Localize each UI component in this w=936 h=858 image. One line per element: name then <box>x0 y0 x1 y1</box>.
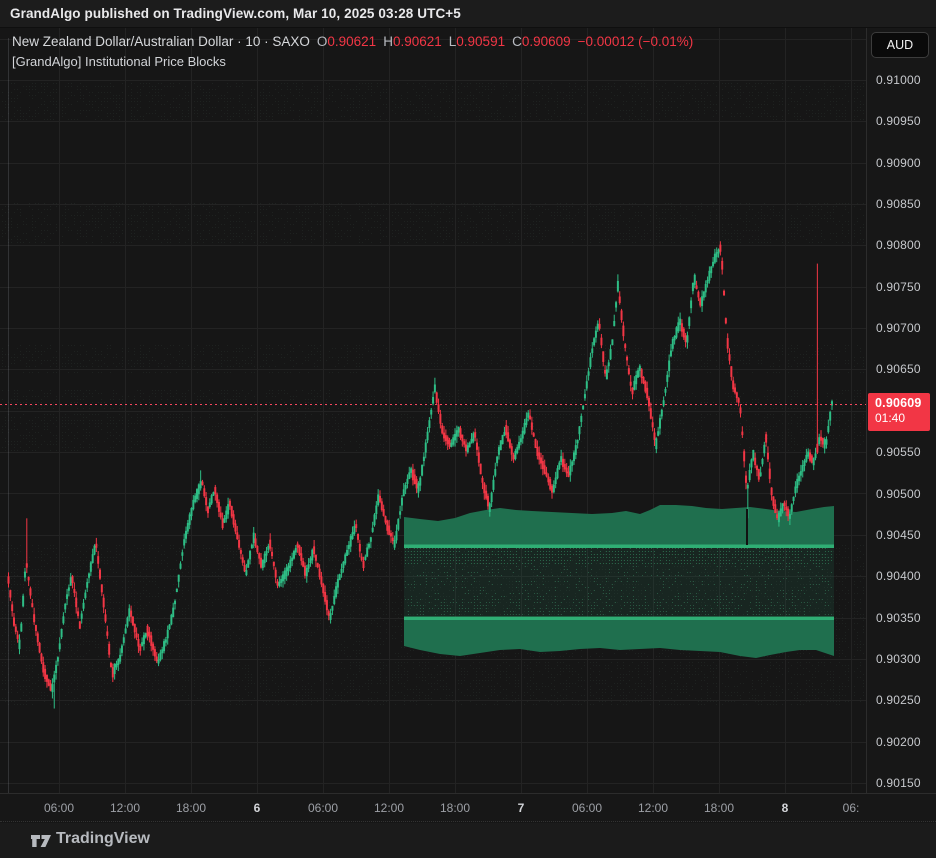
price-tick-label: 0.90900 <box>876 156 921 170</box>
chart-legend: New Zealand Dollar/Australian Dollar · 1… <box>12 34 693 69</box>
time-tick-label: 06: <box>843 801 860 815</box>
ohlc-low: L0.90591 <box>449 34 505 49</box>
symbol-legend-row[interactable]: New Zealand Dollar/Australian Dollar · 1… <box>12 34 693 49</box>
footer-bar: TradingView <box>0 823 936 858</box>
price-tick-label: 0.90800 <box>876 238 921 252</box>
price-tick-label: 0.90350 <box>876 611 921 625</box>
bar-countdown: 01:40 <box>875 411 930 425</box>
symbol-title: New Zealand Dollar/Australian Dollar · 1… <box>12 34 310 49</box>
ohlc-high: H0.90621 <box>383 34 442 49</box>
published-bar: GrandAlgo published on TradingView.com, … <box>0 0 936 28</box>
time-tick-label: 18:00 <box>176 801 206 815</box>
time-tick-label: 12:00 <box>374 801 404 815</box>
price-tick-label: 0.90550 <box>876 445 921 459</box>
currency-toggle-button[interactable]: AUD <box>871 32 929 58</box>
last-price-badge: 0.90609 01:40 <box>868 393 930 431</box>
time-tick-label: 8 <box>782 801 789 815</box>
price-tick-label: 0.90150 <box>876 776 921 790</box>
price-scale[interactable]: AUD 0.90609 01:40 0.91000 0.90950 0.90900 0… <box>866 28 936 822</box>
price-tick-label: 0.90750 <box>876 280 921 294</box>
time-tick-label: 7 <box>518 801 525 815</box>
price-tick-label: 0.90400 <box>876 569 921 583</box>
tradingview-brand-text[interactable]: TradingView <box>56 830 150 848</box>
price-tick-label: 0.91000 <box>876 73 921 87</box>
tradingview-snapshot: GrandAlgo published on TradingView.com, … <box>0 0 936 858</box>
price-tick-label: 0.90200 <box>876 735 921 749</box>
tradingview-logo-icon[interactable] <box>30 831 52 851</box>
time-tick-label: 06:00 <box>572 801 602 815</box>
price-tick-label: 0.90450 <box>876 528 921 542</box>
time-tick-label: 12:00 <box>110 801 140 815</box>
last-price-value: 0.90609 <box>875 396 930 410</box>
indicator-legend-row[interactable]: [GrandAlgo] Institutional Price Blocks <box>12 54 693 69</box>
time-tick-label: 12:00 <box>638 801 668 815</box>
price-tick-label: 0.90500 <box>876 487 921 501</box>
time-tick-label: 18:00 <box>704 801 734 815</box>
price-tick-label: 0.90300 <box>876 652 921 666</box>
time-tick-label: 6 <box>254 801 261 815</box>
price-tick-label: 0.90850 <box>876 197 921 211</box>
time-scale[interactable]: 06:00 12:00 18:00 6 06:00 12:00 18:00 7 06:00 12:… <box>0 793 936 822</box>
published-text: GrandAlgo published on TradingView.com, … <box>10 6 461 21</box>
time-tick-label: 18:00 <box>440 801 470 815</box>
time-tick-label: 06:00 <box>44 801 74 815</box>
price-tick-label: 0.90700 <box>876 321 921 335</box>
change-value: −0.00012 (−0.01%) <box>578 34 694 49</box>
time-tick-label: 06:00 <box>308 801 338 815</box>
ohlc-close: C0.90609 <box>512 34 571 49</box>
price-chart-canvas[interactable] <box>0 28 866 793</box>
price-tick-label: 0.90650 <box>876 362 921 376</box>
price-tick-label: 0.90950 <box>876 114 921 128</box>
ohlc-open: O0.90621 <box>317 34 376 49</box>
price-tick-label: 0.90250 <box>876 693 921 707</box>
